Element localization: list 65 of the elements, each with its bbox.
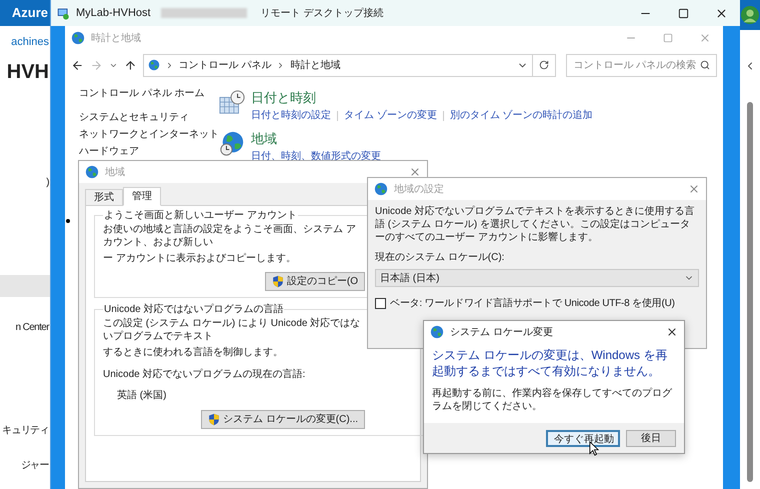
message-heading: システム ロケールの変更は、Windows を再起動するまではすべて有効になりません。 xyxy=(432,347,668,379)
breadcrumb-item[interactable]: コントロール パネル xyxy=(178,58,272,72)
description-text: ー アカウントに表示およびコピーします。 xyxy=(103,252,297,265)
locale-dropdown[interactable]: 日本語 (日本) xyxy=(375,269,699,287)
task-link[interactable]: 日付と時刻の設定 xyxy=(251,108,331,123)
nav-link[interactable]: コントロール パネル ホーム xyxy=(79,88,219,100)
label-text: 現在のシステム ロケール(C): xyxy=(375,251,506,265)
close-icon[interactable] xyxy=(715,6,728,20)
avatar-icon[interactable] xyxy=(741,6,759,24)
checkbox[interactable] xyxy=(375,298,386,309)
tab[interactable]: 形式 xyxy=(85,189,123,205)
dialog-title: 地域 xyxy=(105,166,125,180)
refresh-icon xyxy=(539,60,550,70)
search-icon xyxy=(700,60,710,70)
search-field[interactable]: コントロール パネルの検索 xyxy=(566,54,718,76)
group-heading: Unicode 対応ではないプログラムの言語 xyxy=(103,302,284,317)
shield-button[interactable]: 設定のコピー(O xyxy=(264,272,365,291)
description-text: Unicode 対応でないプログラムでテキストを表示するときに使用する言語 (システム ロケール) を選択してください。この設定はコンピューターのすべてのユーザー アカウントに影響します。 xyxy=(375,205,696,244)
task-link[interactable]: タイム ゾーンの変更 xyxy=(344,108,437,123)
group-heading: ようこそ画面と新しいユーザー アカウント xyxy=(103,208,298,223)
value-text: 英語 (米国) xyxy=(117,388,168,403)
nav-link[interactable]: ネットワークとインターネット xyxy=(79,129,219,141)
scrollbar[interactable] xyxy=(747,102,753,482)
window-title: リモート デスクトップ接続 xyxy=(260,6,384,20)
globe-icon xyxy=(85,165,99,179)
description-text: するときに使われる言語を制御します。 xyxy=(103,346,284,359)
page-title: HVH xyxy=(6,60,50,84)
task-link[interactable]: 別のタイム ゾーンの時計の追加 xyxy=(450,108,593,123)
shield-icon xyxy=(272,275,284,288)
dialog-button[interactable]: 後日 xyxy=(626,430,676,446)
globe-icon xyxy=(374,182,388,196)
globe-clock-icon xyxy=(219,131,245,157)
nav-link[interactable]: ハードウェア xyxy=(79,146,219,158)
description-text: お使いの地域と言語の設定をようこそ画面、システム アカウント、および新しい xyxy=(103,223,357,249)
control-panel-icon xyxy=(71,31,85,45)
window-title: 時計と地域 xyxy=(91,32,141,46)
breadcrumb-link[interactable]: achines xyxy=(11,34,50,50)
row-highlight xyxy=(0,275,50,297)
nav-link[interactable]: システムとセキュリティ xyxy=(79,112,219,124)
back-icon[interactable] xyxy=(71,58,84,72)
globe-icon xyxy=(430,325,444,339)
refresh-button[interactable] xyxy=(532,54,556,76)
checkbox-label: ベータ: ワールドワイド言語サポートで Unicode UTF-8 を使用(U) xyxy=(390,296,675,311)
tab[interactable]: 管理 xyxy=(123,187,161,206)
remote-desktop-icon xyxy=(57,6,70,20)
host-name: MyLab-HVHost xyxy=(76,6,151,21)
shield-icon xyxy=(208,413,220,426)
label-text: Unicode 対応でないプログラムの現在の言語: xyxy=(103,368,306,382)
close-icon[interactable] xyxy=(666,326,678,338)
shield-button[interactable]: システム ロケールの変更(C)... xyxy=(201,410,365,429)
breadcrumb-item[interactable]: 時計と地域 xyxy=(290,58,340,72)
category-heading[interactable]: 日付と時刻 xyxy=(251,90,593,106)
task-link[interactable]: 日付、時刻、数値形式の変更 xyxy=(251,149,381,164)
dialog-button[interactable]: 今すぐ再起動 xyxy=(546,430,620,446)
category-heading[interactable]: 地域 xyxy=(251,131,381,147)
brand-text: Azure xyxy=(12,4,48,22)
message-text: 再起動する前に、作業内容を保存してすべてのプログラムを閉じてください。 xyxy=(432,387,673,413)
dialog-title: 地域の設定 xyxy=(394,182,444,196)
dialog-title: システム ロケール変更 xyxy=(450,326,553,340)
maximize-icon[interactable] xyxy=(678,8,689,18)
control-panel-icon xyxy=(148,59,160,71)
up-icon[interactable] xyxy=(124,58,137,72)
description-text: この設定 (システム ロケール) により Unicode 対応ではないプログラムでテキスト xyxy=(103,317,362,343)
calendar-clock-icon xyxy=(219,90,245,116)
address-bar[interactable]: コントロール パネル 時計と地域 xyxy=(142,54,533,76)
